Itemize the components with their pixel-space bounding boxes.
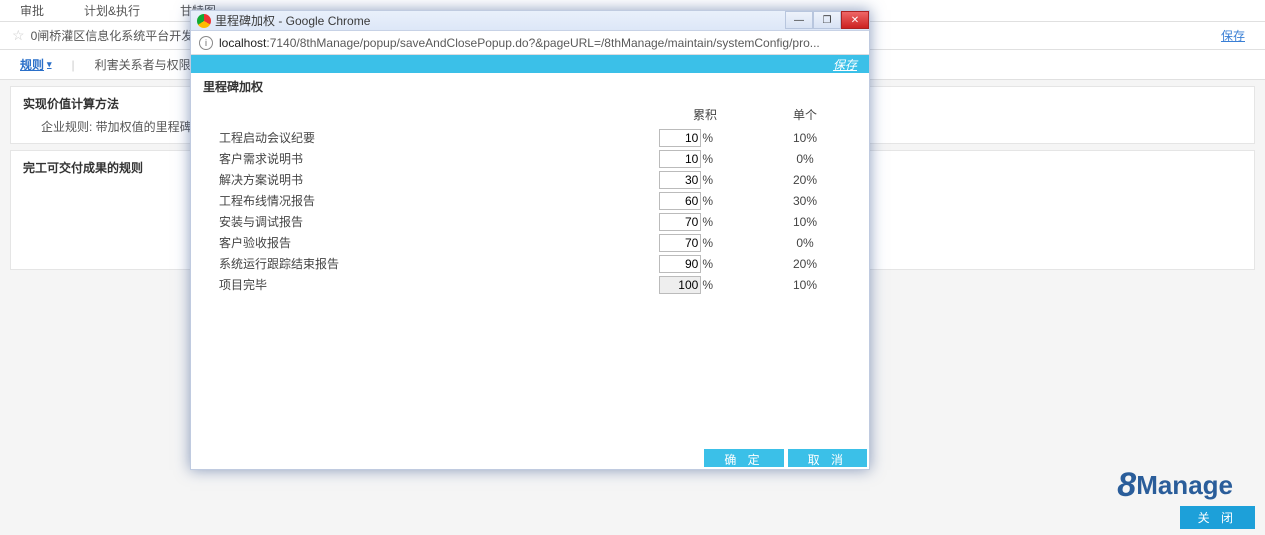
logo: 8Manage	[1117, 466, 1233, 505]
table-row: 工程启动会议纪要% 10%	[219, 127, 855, 148]
table-row: 系统运行跟踪结束报告% 20%	[219, 253, 855, 274]
cumulative-input[interactable]	[659, 213, 701, 231]
single-value: 0%	[755, 236, 855, 250]
page-save-link[interactable]: 保存	[1221, 27, 1245, 44]
single-value: 20%	[755, 173, 855, 187]
table-row: 客户需求说明书% 0%	[219, 148, 855, 169]
chrome-title-text: 里程碑加权 - Google Chrome	[215, 12, 370, 29]
milestone-name: 安装与调试报告	[219, 213, 655, 230]
dialog-footer: 确 定 取 消	[191, 449, 869, 469]
tab-rules[interactable]: 规则	[20, 56, 52, 73]
cumulative-input[interactable]	[659, 234, 701, 252]
single-value: 0%	[755, 152, 855, 166]
nav-item-approve[interactable]: 审批	[20, 2, 44, 19]
dialog-title: 里程碑加权	[191, 73, 869, 100]
single-value: 10%	[755, 131, 855, 145]
url-host: localhost	[219, 36, 266, 50]
popup-window: 里程碑加权 - Google Chrome — ❐ ✕ i localhost:…	[190, 10, 870, 470]
milestone-name: 工程启动会议纪要	[219, 129, 655, 146]
window-close-button[interactable]: ✕	[841, 11, 869, 29]
percent-label: %	[702, 215, 713, 229]
cumulative-input[interactable]	[659, 255, 701, 273]
cumulative-input[interactable]	[659, 171, 701, 189]
cumulative-cell: %	[655, 171, 755, 189]
tab-stakeholders[interactable]: 利害关系者与权限	[95, 56, 191, 73]
cumulative-input[interactable]	[659, 129, 701, 147]
window-controls: — ❐ ✕	[785, 11, 869, 29]
tab-separator: |	[72, 58, 75, 72]
percent-label: %	[702, 257, 713, 271]
single-value: 10%	[755, 278, 855, 292]
cumulative-cell: %	[655, 213, 755, 231]
cumulative-input[interactable]	[659, 150, 701, 168]
cumulative-cell: %	[655, 255, 755, 273]
milestone-table: 累积 单个 工程启动会议纪要% 10% 客户需求说明书% 0% 解决方案说明书% 20% 工…	[191, 100, 869, 449]
milestone-name: 客户需求说明书	[219, 150, 655, 167]
percent-label: %	[702, 152, 713, 166]
favorite-star-icon[interactable]: ☆	[12, 27, 25, 44]
single-value: 30%	[755, 194, 855, 208]
percent-label: %	[702, 236, 713, 250]
percent-label: %	[702, 173, 713, 187]
percent-label: %	[702, 131, 713, 145]
cumulative-cell: %	[655, 192, 755, 210]
milestone-name: 工程布线情况报告	[219, 192, 655, 209]
col-cumulative-header: 累积	[655, 106, 755, 123]
table-row: 工程布线情况报告% 30%	[219, 190, 855, 211]
table-row: 客户验收报告% 0%	[219, 232, 855, 253]
table-row: 安装与调试报告% 10%	[219, 211, 855, 232]
single-value: 20%	[755, 257, 855, 271]
confirm-button[interactable]: 确 定	[704, 449, 783, 467]
cumulative-cell: %	[655, 150, 755, 168]
dialog-save-bar[interactable]: 保存	[191, 55, 869, 73]
page-close-button[interactable]: 关 闭	[1180, 506, 1255, 529]
chrome-titlebar[interactable]: 里程碑加权 - Google Chrome — ❐ ✕	[191, 11, 869, 31]
address-bar[interactable]: i localhost:7140/8thManage/popup/saveAnd…	[191, 31, 869, 55]
url-path: /8thManage/popup/saveAndClosePopup.do?&p…	[296, 36, 819, 50]
logo-eight: 8	[1117, 466, 1136, 504]
cumulative-input	[659, 276, 701, 294]
table-row: 项目完毕% 10%	[219, 274, 855, 295]
window-minimize-button[interactable]: —	[785, 11, 813, 29]
panel-value-text: 企业规则: 带加权值的里程碑	[41, 120, 192, 134]
nav-item-plan-exec[interactable]: 计划&执行	[84, 2, 140, 19]
milestone-name: 解决方案说明书	[219, 171, 655, 188]
col-name-header	[219, 106, 655, 123]
milestone-name: 客户验收报告	[219, 234, 655, 251]
url-port: :7140	[266, 36, 296, 50]
single-value: 10%	[755, 215, 855, 229]
col-single-header: 单个	[755, 106, 855, 123]
milestone-name: 系统运行跟踪结束报告	[219, 255, 655, 272]
cumulative-input[interactable]	[659, 192, 701, 210]
table-header-row: 累积 单个	[219, 106, 855, 123]
cancel-button[interactable]: 取 消	[788, 449, 867, 467]
table-row: 解决方案说明书% 20%	[219, 169, 855, 190]
cumulative-cell: %	[655, 234, 755, 252]
cumulative-cell: %	[655, 276, 755, 294]
site-info-icon[interactable]: i	[199, 36, 213, 50]
milestone-name: 项目完毕	[219, 276, 655, 293]
percent-label: %	[702, 278, 713, 292]
window-maximize-button[interactable]: ❐	[813, 11, 841, 29]
chrome-icon	[197, 14, 211, 28]
cumulative-cell: %	[655, 129, 755, 147]
logo-text: Manage	[1136, 470, 1233, 500]
percent-label: %	[702, 194, 713, 208]
